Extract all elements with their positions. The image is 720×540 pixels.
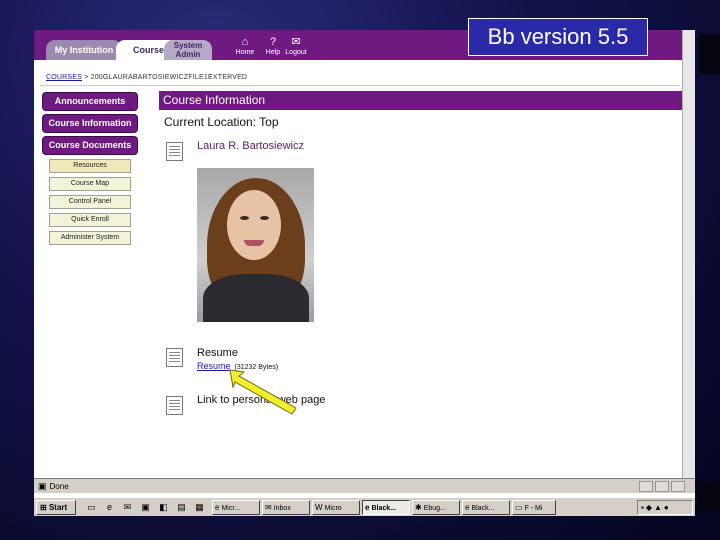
tray-icon[interactable]: ● [664, 503, 671, 512]
resume-file-size: (31232 Bytes) [234, 364, 279, 371]
resume-attachment: Resume (31232 Bytes) [197, 361, 278, 371]
tab-system-admin[interactable]: System Admin [164, 40, 212, 60]
slide-decor-bar [699, 34, 720, 74]
ie-icon[interactable]: e [104, 501, 115, 513]
taskbar-button-label: Inbox [273, 505, 291, 512]
ie-icon: e [215, 503, 220, 512]
status-segment [639, 481, 653, 492]
status-text: Done [49, 482, 69, 491]
ie-icon: e [465, 503, 470, 512]
taskbar-button-active[interactable]: e Black... [362, 500, 410, 515]
taskbar-button-label: Micr... [221, 505, 241, 512]
start-button[interactable]: ⊞ Start [36, 500, 76, 515]
tray-icon[interactable]: ▲ [654, 503, 664, 512]
taskbar-button-label: Ebug... [423, 505, 446, 512]
scrollbar-content[interactable] [682, 60, 695, 478]
app-icon[interactable]: ◧ [158, 501, 169, 513]
current-location: Current Location: Top [164, 115, 279, 129]
course-map-button[interactable]: Course Map [49, 177, 131, 191]
taskbar-button-label: Black... [471, 505, 495, 512]
logout-label: Logout [285, 49, 307, 56]
taskbar-button[interactable]: e Black... [462, 500, 510, 515]
document-icon [166, 348, 183, 367]
control-panel-button[interactable]: Control Panel [49, 195, 131, 209]
document-icon [166, 396, 183, 415]
breadcrumb-courses-link[interactable]: COURSES [46, 74, 82, 81]
home-icon: ⌂ [241, 36, 249, 48]
content-header: Course Information [159, 91, 695, 110]
taskbar-button[interactable]: ▭ F - Mi [512, 500, 556, 515]
app-icon[interactable]: ▦ [194, 501, 205, 513]
outlook-icon[interactable]: ✉ [122, 501, 133, 513]
browser-window: My Institution Courses System Admin ⌂ Ho… [34, 30, 695, 516]
ie-page-icon: ▣ [38, 481, 47, 491]
taskbar-button[interactable]: e Micr... [212, 500, 260, 515]
status-segment [671, 481, 685, 492]
logout-link[interactable]: ✉ Logout [278, 36, 314, 56]
scrollbar-top[interactable] [682, 30, 695, 60]
personal-webpage-link[interactable]: Link to personal web page [197, 394, 325, 406]
windows-taskbar: ⊞ Start ▭ e ✉ ▣ ◧ ▤ ▦ e Micr... ✉ Inbox WM… [34, 496, 695, 516]
system-tray: ▪◆▲● [637, 500, 693, 515]
taskbar-button-label: F - Mi [524, 505, 543, 512]
administer-system-button[interactable]: Administer System [49, 231, 131, 245]
app-icon[interactable]: ▤ [176, 501, 187, 513]
slide-caption: Bb version 5.5 [468, 18, 648, 56]
logout-icon: ✉ [291, 36, 301, 48]
taskbar-button[interactable]: ✱ Ebug... [412, 500, 460, 515]
app-icon: ✱ [415, 503, 422, 512]
status-bar: ▣ Done [34, 478, 695, 493]
announcements-button[interactable]: Announcements [42, 92, 138, 111]
profile-photo [197, 168, 314, 322]
outlook-icon: ✉ [265, 503, 272, 512]
resources-button[interactable]: Resources [49, 159, 131, 173]
breadcrumb: COURSES > 200GLAURABARTOSIEWICZFILE1EXTE… [46, 74, 247, 81]
status-segment [655, 481, 669, 492]
document-icon [166, 142, 183, 161]
start-label: Start [48, 503, 68, 512]
desktop-icon[interactable]: ▭ [86, 501, 97, 513]
home-label: Home [235, 49, 255, 56]
taskbar-button[interactable]: ✉ Inbox [262, 500, 310, 515]
quick-enroll-button[interactable]: Quick Enroll [49, 213, 131, 227]
app-icon[interactable]: ▣ [140, 501, 151, 513]
tray-icon[interactable]: ◆ [646, 503, 654, 512]
folder-icon: ▭ [515, 503, 523, 512]
tab-my-institution[interactable]: My Institution [46, 40, 122, 60]
course-documents-button[interactable]: Course Documents [42, 136, 138, 155]
taskbar-button-label: Micro [324, 505, 342, 512]
divider [40, 85, 680, 86]
course-information-button[interactable]: Course Information [42, 114, 138, 133]
taskbar-button-label: Black... [371, 505, 396, 512]
windows-logo-icon: ⊞ [40, 503, 47, 512]
taskbar-button[interactable]: W Micro [312, 500, 360, 515]
breadcrumb-path: > 200GLAURABARTOSIEWICZFILE1EXTERVED [84, 74, 248, 81]
word-icon: W [315, 503, 323, 512]
slide-decor-bar [697, 482, 720, 510]
resume-link[interactable]: Resume [197, 361, 231, 371]
resume-title: Resume [197, 347, 238, 359]
item-title: Laura R. Bartosiewicz [197, 140, 304, 152]
ie-icon: e [365, 503, 370, 512]
home-link[interactable]: ⌂ Home [230, 36, 260, 56]
